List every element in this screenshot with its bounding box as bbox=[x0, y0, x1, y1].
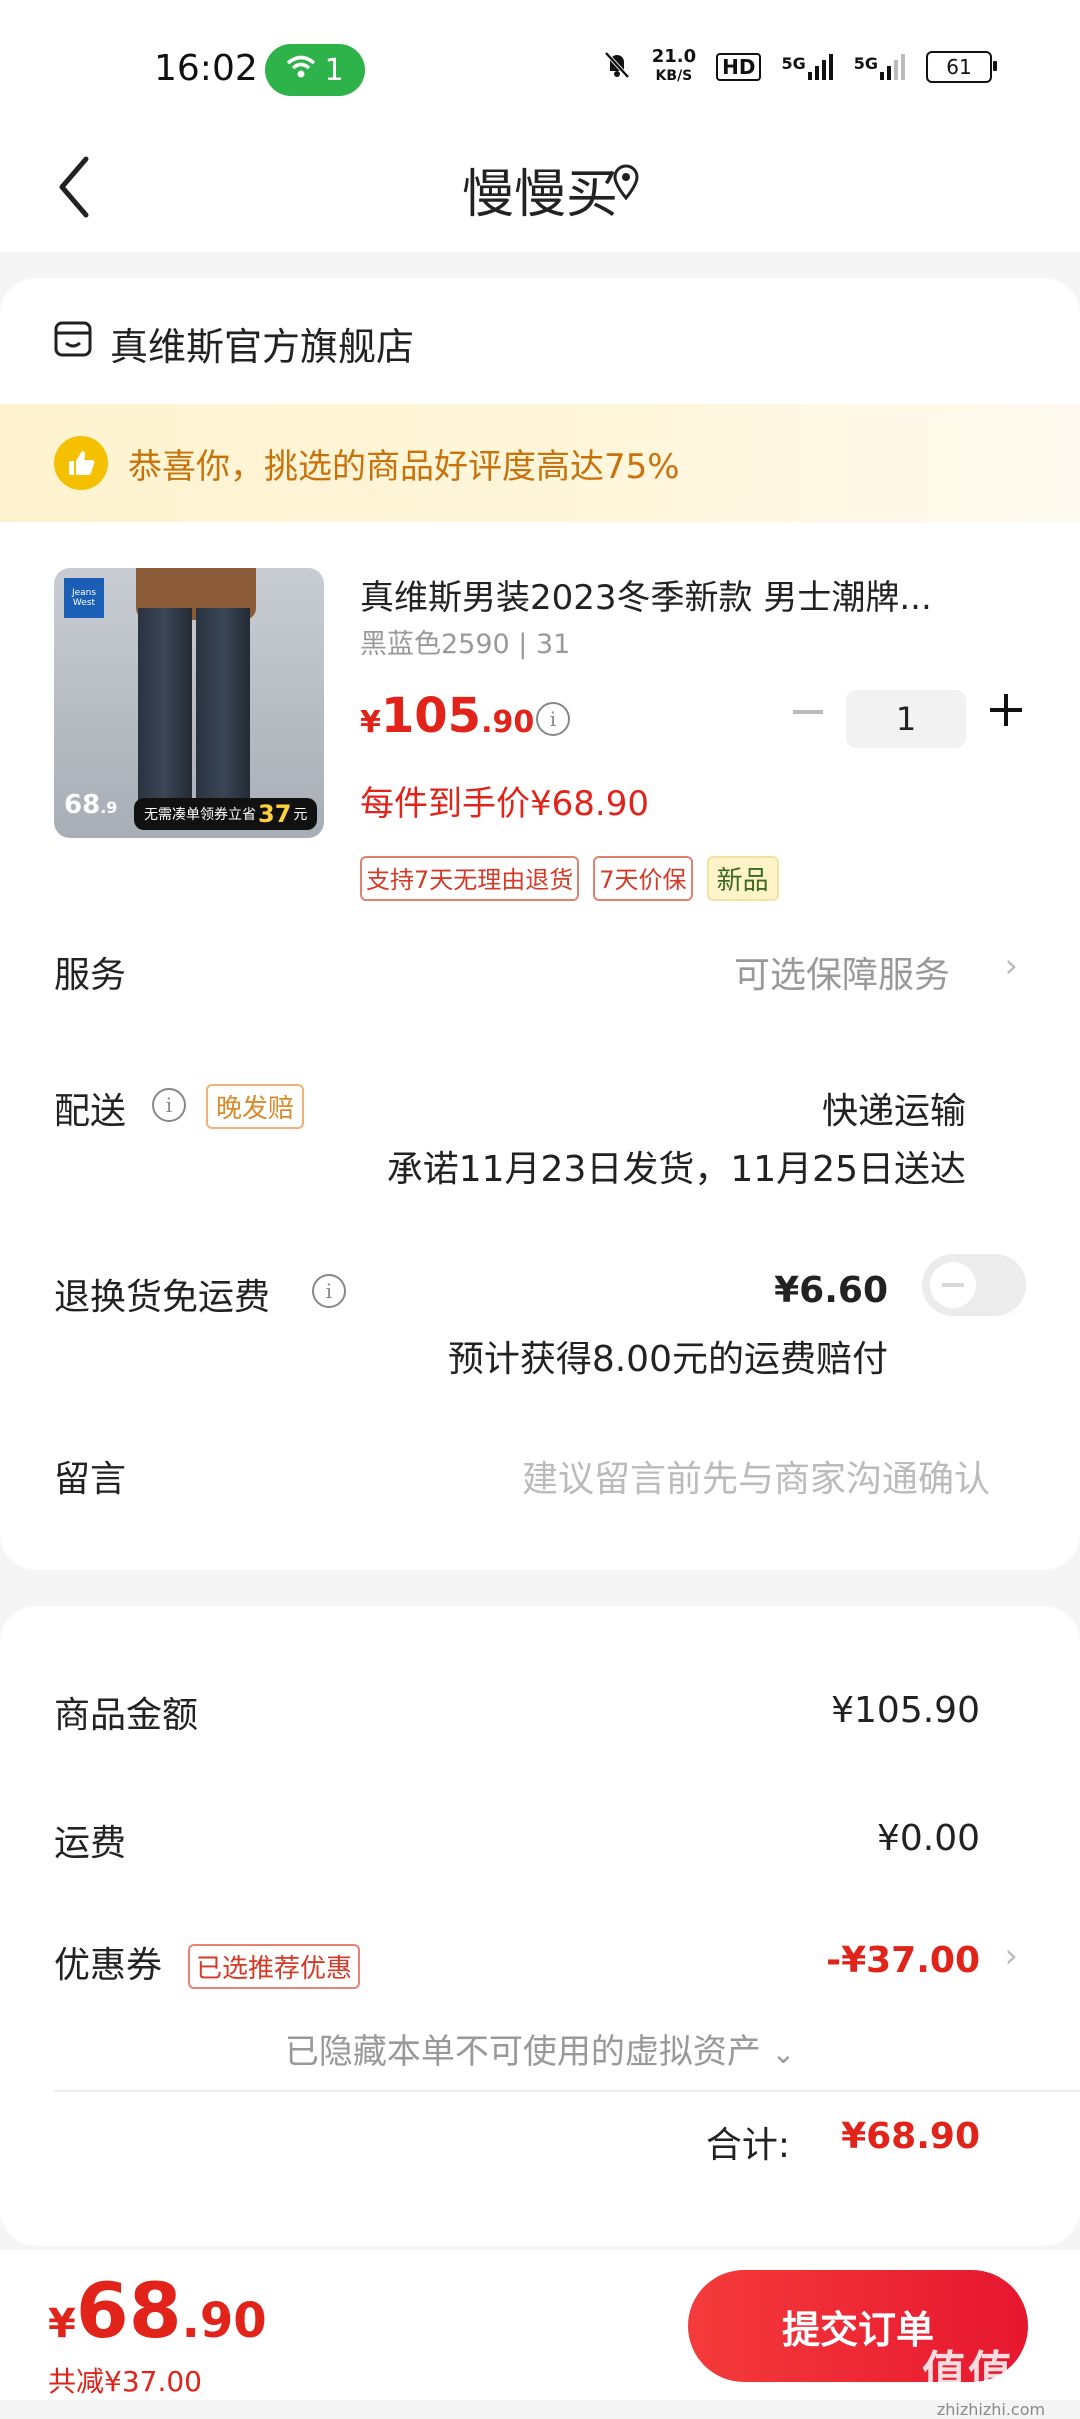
image-banner-unit: 元 bbox=[293, 807, 308, 823]
delivery-label: 配送 bbox=[54, 1091, 127, 1132]
tag-return: 支持7天无理由退货 bbox=[360, 856, 580, 901]
delivery-method: 快递运输 bbox=[821, 1091, 966, 1132]
image-price-int: 68 bbox=[64, 790, 101, 820]
checkout-bar: ¥ 68 .90 共减¥37.00 提交订单 bbox=[0, 2250, 1080, 2400]
delivery-promise: 承诺11月23日发货，11月25日送达 bbox=[386, 1149, 966, 1190]
chevron-down-icon: ⌄ bbox=[771, 2037, 796, 2070]
net-speed: 21.0 KB/S bbox=[652, 48, 696, 85]
jeans-left-leg bbox=[138, 608, 192, 808]
net-speed-unit: KB/S bbox=[655, 68, 693, 84]
jeans-right-leg bbox=[196, 608, 250, 808]
toggle-knob bbox=[930, 1262, 976, 1308]
product-title[interactable]: 真维斯男装2023冬季新款 男士潮牌... bbox=[360, 570, 1000, 619]
service-label: 服务 bbox=[54, 955, 127, 996]
net-type-2: 5G bbox=[853, 53, 878, 73]
coupon-chevron-right-icon[interactable]: › bbox=[1004, 1936, 1018, 1976]
tag-new: 新品 bbox=[706, 856, 779, 901]
image-price: 68.9 bbox=[64, 790, 117, 820]
quantity-input[interactable]: 1 bbox=[846, 690, 966, 748]
status-time: 16:02 bbox=[154, 48, 258, 89]
net-type-1: 5G bbox=[781, 53, 806, 73]
divider bbox=[54, 2090, 1080, 2092]
praise-banner: 恭喜你，挑选的商品好评度高达75% bbox=[0, 404, 1080, 522]
checkout-price-symbol: ¥ bbox=[48, 2301, 76, 2347]
delivery-info-icon[interactable]: i bbox=[152, 1088, 186, 1122]
quantity-increase-button[interactable] bbox=[984, 688, 1028, 732]
minus-icon bbox=[793, 710, 823, 714]
price-int: 105 bbox=[380, 688, 482, 744]
mute-bell-icon bbox=[602, 49, 632, 85]
signal-5g-2-icon: 5G bbox=[853, 53, 906, 80]
coupon-badge: 已选推荐优惠 bbox=[188, 1944, 361, 1989]
checkout-price-dec: .90 bbox=[181, 2293, 267, 2349]
goods-amount-value: ¥105.90 bbox=[831, 1690, 980, 1731]
checkout-price-int: 68 bbox=[75, 2266, 182, 2355]
return-shipping-price: ¥6.60 bbox=[774, 1270, 888, 1311]
brand-logo: Jeans West bbox=[64, 578, 104, 618]
goods-amount-label: 商品金额 bbox=[54, 1695, 199, 1736]
price-symbol: ¥ bbox=[360, 705, 381, 740]
plus-icon bbox=[990, 694, 1022, 726]
praise-text: 恭喜你，挑选的商品好评度高达75% bbox=[128, 446, 680, 487]
battery-indicator: 61 bbox=[926, 50, 997, 83]
store-name: 真维斯官方旗舰店 bbox=[110, 325, 415, 369]
wifi-icon bbox=[286, 53, 316, 88]
return-info-icon[interactable]: i bbox=[312, 1274, 346, 1308]
total-value: ¥68.90 bbox=[841, 2116, 980, 2157]
message-label: 留言 bbox=[54, 1459, 127, 1500]
location-pin-icon[interactable] bbox=[612, 164, 640, 204]
signal-5g-icon: 5G bbox=[781, 53, 833, 80]
chevron-right-icon[interactable]: › bbox=[1004, 946, 1018, 986]
checkout-saved: 共减¥37.00 bbox=[48, 2365, 202, 2398]
price-dec: .90 bbox=[481, 705, 535, 740]
image-price-dec: .9 bbox=[100, 798, 118, 817]
image-banner-text: 无需凑单领券立省 bbox=[144, 807, 256, 823]
return-shipping-label: 退换货免运费 bbox=[54, 1277, 271, 1318]
status-icons: 21.0 KB/S HD 5G 5G 61 bbox=[602, 48, 997, 85]
status-bar: 16:02 1 21.0 KB/S HD 5G 5G 61 bbox=[0, 0, 1080, 130]
product-tags: 支持7天无理由退货 7天价保 新品 bbox=[360, 856, 779, 901]
coupon-value[interactable]: -¥37.00 bbox=[826, 1940, 980, 1981]
store-icon bbox=[54, 321, 92, 366]
message-input[interactable]: 建议留言前先与商家沟通确认 bbox=[522, 1450, 990, 1502]
page-title: 慢慢买 bbox=[461, 165, 618, 225]
watermark: 值值值 zhizhizhi.com bbox=[922, 2336, 1060, 2419]
return-shipping-toggle[interactable] bbox=[922, 1254, 1026, 1316]
shipping-label: 运费 bbox=[54, 1823, 127, 1864]
coupon-label: 优惠券 bbox=[54, 1945, 163, 1986]
store-row[interactable]: 真维斯官方旗舰店 bbox=[54, 316, 414, 371]
total-label: 合计: bbox=[705, 2125, 790, 2166]
wifi-hotspot-pill[interactable]: 1 bbox=[265, 44, 365, 96]
hidden-assets-toggle[interactable]: 已隐藏本单不可使用的虚拟资产 ⌄ bbox=[0, 2024, 1080, 2073]
return-shipping-note: 预计获得8.00元的运费赔付 bbox=[447, 1339, 888, 1380]
product-spec[interactable]: 黑蓝色2590 | 31 bbox=[360, 622, 570, 661]
tag-price-protect: 7天价保 bbox=[593, 856, 693, 901]
product-price: ¥ 105 .90 bbox=[360, 688, 534, 744]
watermark-sub: zhizhizhi.com bbox=[936, 2400, 1046, 2419]
quantity-decrease-button[interactable] bbox=[786, 690, 830, 734]
shipping-value: ¥0.00 bbox=[876, 1818, 980, 1859]
per-item-price: 每件到手价¥68.90 bbox=[360, 784, 649, 824]
late-compensation-badge: 晚发赔 bbox=[206, 1084, 305, 1129]
image-coupon-banner: 无需凑单领券立省 37 元 bbox=[134, 798, 318, 830]
net-speed-value: 21.0 bbox=[651, 46, 697, 67]
thumbs-up-icon bbox=[54, 436, 108, 490]
service-value[interactable]: 可选保障服务 bbox=[734, 946, 950, 998]
app-header: 慢慢买 bbox=[0, 130, 1080, 252]
wifi-count: 1 bbox=[324, 52, 344, 88]
product-image[interactable]: Jeans West 68.9 无需凑单领券立省 37 元 bbox=[54, 568, 324, 838]
watermark-main: 值值值 bbox=[922, 2347, 1060, 2398]
hidden-assets-text: 已隐藏本单不可使用的虚拟资产 bbox=[284, 2032, 761, 2072]
image-banner-amount: 37 bbox=[258, 800, 292, 828]
checkout-price: ¥ 68 .90 bbox=[48, 2266, 267, 2355]
order-card: 真维斯官方旗舰店 恭喜你，挑选的商品好评度高达75% Jeans West 68… bbox=[0, 278, 1080, 1570]
summary-card: 商品金额 ¥105.90 运费 ¥0.00 优惠券 已选推荐优惠 -¥37.00… bbox=[0, 1606, 1080, 2246]
hd-badge: HD bbox=[716, 52, 762, 81]
price-info-icon[interactable]: i bbox=[536, 702, 570, 736]
